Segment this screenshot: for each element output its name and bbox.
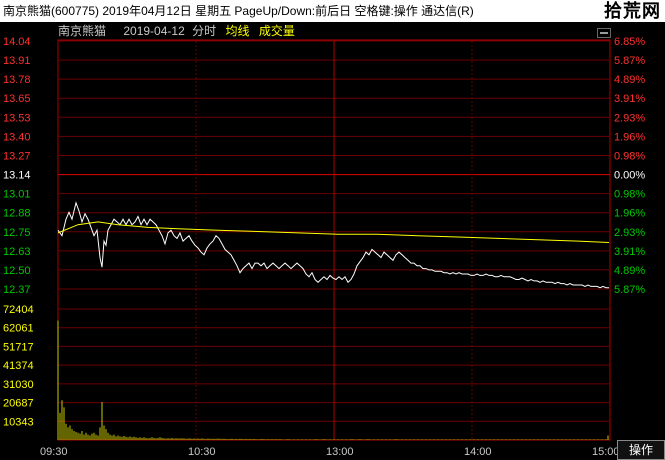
percent-tick-label: 2.93% — [614, 227, 645, 239]
percent-tick-label: 6.85% — [614, 36, 645, 48]
price-tick-label: 13.78 — [3, 74, 31, 86]
volume-tick-label: 41374 — [3, 360, 34, 372]
volume-tick-label: 10343 — [3, 416, 34, 428]
operate-button[interactable]: 操作 — [617, 440, 665, 460]
percent-tick-label: 4.89% — [614, 265, 645, 277]
percent-tick-label: 3.91% — [614, 246, 645, 258]
time-tick-label: 14:00 — [464, 446, 492, 458]
percent-tick-label: 0.98% — [614, 189, 645, 201]
volume-tick-label: 31030 — [3, 379, 34, 391]
percent-tick-label: 0.00% — [614, 170, 645, 182]
time-tick-label: 09:30 — [40, 446, 68, 458]
percent-tick-label: 1.96% — [614, 208, 645, 220]
volume-tick-label: 72404 — [3, 304, 34, 316]
price-tick-label: 12.75 — [3, 227, 31, 239]
percent-tick-label: 0.98% — [614, 150, 645, 162]
intraday-chart[interactable]: 14.04 6.85% 13.91 5.87% 13.78 4.89% 13.65 3.91%… — [0, 0, 665, 460]
price-tick-label: 13.14 — [3, 170, 31, 182]
percent-tick-label: 3.91% — [614, 93, 645, 105]
price-tick-label: 12.63 — [3, 246, 31, 258]
price-tick-label: 12.50 — [3, 265, 31, 277]
time-tick-label: 15:00 — [592, 446, 620, 458]
time-tick-label: 10:30 — [188, 446, 216, 458]
price-tick-label: 13.40 — [3, 131, 31, 143]
price-tick-label: 13.91 — [3, 55, 31, 67]
volume-tick-label: 62061 — [3, 323, 34, 335]
percent-tick-label: 2.93% — [614, 112, 645, 124]
percent-tick-label: 5.87% — [614, 55, 645, 67]
price-tick-label: 14.04 — [3, 36, 31, 48]
price-tick-label: 12.37 — [3, 284, 31, 296]
price-tick-label: 13.65 — [3, 93, 31, 105]
price-tick-label: 13.53 — [3, 112, 31, 124]
percent-tick-label: 5.87% — [614, 284, 645, 296]
volume-tick-label: 51717 — [3, 341, 34, 353]
percent-tick-label: 4.89% — [614, 74, 645, 86]
price-tick-label: 13.01 — [3, 189, 31, 201]
percent-tick-label: 1.96% — [614, 131, 645, 143]
price-tick-label: 13.27 — [3, 150, 31, 162]
price-tick-label: 12.88 — [3, 208, 31, 220]
time-tick-label: 13:00 — [326, 446, 354, 458]
volume-tick-label: 20687 — [3, 398, 34, 410]
